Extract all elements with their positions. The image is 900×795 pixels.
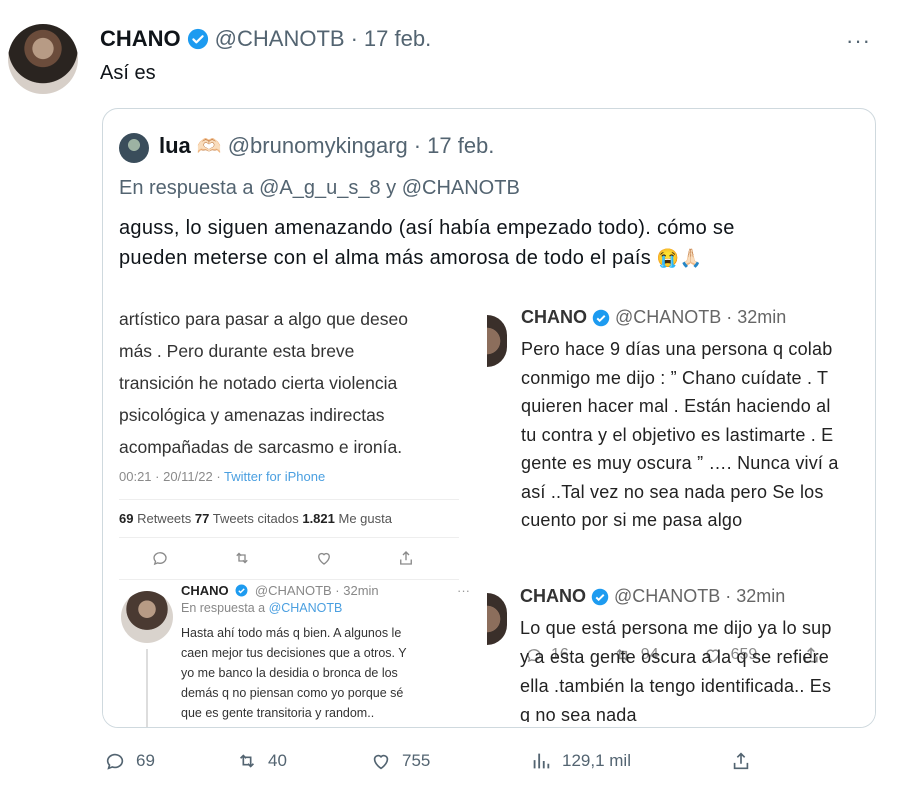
- screenshot-text-line: más . Pero durante esta breve: [119, 341, 355, 361]
- share-button[interactable]: [730, 750, 752, 772]
- screenshot-tweet2-region: CHANO @CHANOTB · 32min Lo que está perso…: [486, 586, 876, 722]
- views-icon: [533, 753, 550, 769]
- tweet-date[interactable]: 17 feb.: [364, 26, 431, 52]
- screenshot-tweet-body: Pero hace 9 días una persona q colab con…: [521, 339, 839, 530]
- screenshot-reply-tweet: CHANO @CHANOTB · 32min ··· En respuesta …: [119, 583, 470, 727]
- views-button[interactable]: 129,1 mil: [530, 750, 730, 772]
- quote-body-emoji: 😭🙏🏻: [656, 248, 703, 268]
- author-avatar[interactable]: [8, 24, 78, 94]
- quote-name-emoji: 🫶🏻: [196, 135, 222, 158]
- screenshot-text-line: acompañadas de sarcasmo e ironía.: [119, 437, 403, 457]
- share-icon: [400, 551, 412, 565]
- verified-badge-icon: [591, 588, 609, 605]
- author-handle[interactable]: @CHANOTB: [215, 26, 345, 52]
- reply-icon: [153, 552, 167, 566]
- reply-button[interactable]: 69: [104, 750, 236, 772]
- screenshot-text-line: transición he notado cierta violencia: [119, 373, 398, 393]
- quote-body-line: aguss, lo siguen amenazando (así había e…: [119, 217, 735, 239]
- screenshot-tweet-header: CHANO @CHANOTB · 32min: [520, 586, 786, 606]
- more-options-icon[interactable]: ···: [846, 28, 871, 54]
- tweet-header: CHANO @CHANOTB · 17 feb.: [100, 26, 431, 52]
- screenshot-text-line: artístico para pasar a algo que deseo: [119, 309, 408, 329]
- avatar: [121, 591, 173, 643]
- quote-author-handle: @brunomykingarg: [227, 133, 408, 158]
- separator-dot: ·: [413, 133, 422, 158]
- quote-reply-context: En respuesta a @A_g_u_s_8 y @CHANOTB: [119, 177, 520, 199]
- quote-header: lua 🫶🏻 @brunomykingarg · 17 feb.: [159, 133, 494, 159]
- separator-dot: ·: [350, 26, 358, 51]
- quote-author-name: lua: [159, 133, 191, 158]
- reply-context: En respuesta a @CHANOTB: [181, 601, 343, 615]
- retweet-count: 40: [268, 751, 287, 770]
- reply-body: Hasta ahí todo más q bien. A algunos le …: [181, 626, 407, 720]
- embedded-screenshot-left: artístico para pasar a algo que deseo má…: [103, 295, 476, 727]
- tweet-actions: 69 40 755 129,1 mil: [104, 750, 752, 772]
- reply-count: 69: [136, 751, 155, 770]
- thread-line: [146, 649, 148, 727]
- retweet-icon: [239, 754, 255, 768]
- divider: [119, 499, 459, 500]
- reply-icon: [106, 753, 124, 770]
- screenshot-text-line: psicológica y amenazas indirectas: [119, 405, 385, 425]
- screenshot-meta: 00:21 · 20/11/22 · Twitter for iPhone: [119, 469, 326, 484]
- quote-body-line: pueden meterse con el alma más amorosa d…: [119, 247, 703, 269]
- screenshot-tweet-header: CHANO @CHANOTB · 32min: [521, 307, 787, 327]
- divider: [119, 537, 459, 538]
- divider: [119, 579, 459, 580]
- screenshot-actions: [151, 549, 415, 567]
- reply-header: CHANO @CHANOTB · 32min: [181, 583, 379, 598]
- quote-body: aguss, lo siguen amenazando (así había e…: [119, 213, 859, 273]
- share-icon: [733, 752, 749, 770]
- views-count: 129,1 mil: [562, 751, 631, 770]
- verified-badge-icon: [187, 28, 208, 50]
- like-count: 755: [402, 751, 431, 770]
- avatar: [487, 315, 507, 367]
- like-button[interactable]: 755: [370, 750, 530, 772]
- verified-badge-icon: [235, 584, 248, 597]
- tweet-text: Así es: [100, 62, 156, 84]
- heart-icon: [373, 754, 389, 770]
- more-options-icon: ···: [457, 583, 470, 598]
- verified-badge-icon: [592, 309, 610, 326]
- quote-author-avatar: [119, 133, 149, 163]
- retweet-button[interactable]: 40: [236, 750, 370, 772]
- heart-icon: [318, 552, 330, 565]
- retweet-icon: [236, 552, 248, 564]
- screenshot-tweet-body: Lo que está persona me dijo ya lo sup y …: [520, 618, 832, 722]
- author-name[interactable]: CHANO: [100, 26, 181, 52]
- screenshot-stats: 69 Retweets 77 Tweets citados 1.821 Me g…: [119, 511, 392, 526]
- screenshot-text: artístico para pasar a algo que deseo má…: [119, 303, 459, 463]
- quote-date: 17 feb.: [427, 133, 495, 158]
